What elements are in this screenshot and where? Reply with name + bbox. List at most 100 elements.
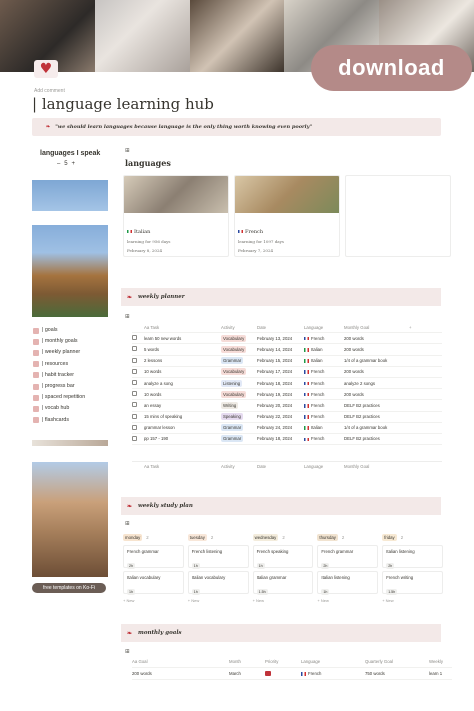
header-quarterly-goal[interactable]: Quarterly Goal — [365, 659, 429, 664]
date-cell[interactable]: February 19, 2024 — [257, 392, 304, 397]
activity-cell[interactable]: Vocabulary — [221, 368, 257, 376]
header-language[interactable]: Language — [304, 325, 344, 330]
quarterly-goal-cell[interactable]: 750 words — [365, 671, 429, 676]
date-cell[interactable]: February 18, 2024 — [257, 436, 304, 441]
language-cell[interactable]: French — [304, 414, 344, 419]
footer-task[interactable]: Aa Task — [144, 464, 221, 469]
header-language[interactable]: Language — [301, 659, 365, 664]
goal-cell[interactable]: DELF B2 practices — [344, 414, 409, 419]
activity-cell[interactable]: Vocabulary — [221, 334, 257, 342]
language-cell[interactable]: French — [304, 369, 344, 374]
board-card[interactable]: Italian vocabulary 1h — [123, 571, 184, 595]
date-cell[interactable]: February 17, 2024 — [257, 369, 304, 374]
language-card-french[interactable]: French learning for 1097 days February 7… — [234, 175, 340, 257]
nav-item-monthly-goals[interactable]: | monthly goals — [33, 336, 85, 347]
table-row[interactable]: 10 words Vocabulary February 17, 2024 Frenc… — [132, 367, 442, 378]
language-cell[interactable]: French — [301, 671, 365, 676]
board-card[interactable]: French writing 1.5h — [382, 571, 443, 595]
plus-icon[interactable]: + — [71, 161, 75, 167]
goal-cell[interactable]: 200 words — [132, 671, 229, 676]
language-cell[interactable]: French — [304, 381, 344, 386]
table-row[interactable]: 15 mins of speaking Speaking February 22, … — [132, 412, 442, 423]
task-cell[interactable]: pp 157 - 190 — [144, 436, 221, 441]
activity-cell[interactable]: Grammar — [221, 357, 257, 365]
goal-cell[interactable]: analyze 2 songs — [344, 381, 409, 386]
table-row[interactable]: 5 words Vocabulary February 14, 2024 Italia… — [132, 344, 442, 356]
nav-item-resources[interactable]: | resources — [33, 359, 85, 370]
activity-cell[interactable]: Vocabulary — [221, 390, 257, 398]
task-cell[interactable]: 10 words — [144, 369, 221, 374]
goal-cell[interactable]: DELF B2 practices — [344, 403, 409, 408]
activity-cell[interactable]: Grammar — [221, 435, 257, 443]
date-cell[interactable]: February 24, 2024 — [257, 425, 304, 430]
footer-date[interactable]: Date — [257, 464, 304, 469]
nav-item-flashcards[interactable]: | flashcards — [33, 415, 85, 426]
board-view-icon[interactable]: ⊞ — [125, 520, 130, 527]
board-card[interactable]: Italian grammar 1.5h — [252, 571, 314, 595]
language-cell[interactable]: French — [304, 403, 344, 408]
checkbox-cell[interactable] — [132, 368, 144, 375]
board-card[interactable]: Italian listening 1h — [317, 571, 379, 595]
language-card-empty[interactable] — [345, 175, 451, 257]
table-view-icon[interactable]: ⊞ — [125, 648, 130, 655]
language-card-italian[interactable]: Italian learning for 956 days February 8… — [123, 175, 229, 257]
checkbox[interactable] — [132, 346, 137, 352]
goal-cell[interactable]: 200 words — [344, 347, 409, 352]
checkbox[interactable] — [132, 413, 137, 419]
date-cell[interactable]: February 18, 2024 — [257, 381, 304, 386]
new-card-button[interactable]: + New — [123, 598, 184, 603]
board-card[interactable]: French listening 1h — [187, 545, 249, 569]
header-month[interactable]: Month — [229, 659, 265, 664]
language-cell[interactable]: Italian — [304, 347, 344, 352]
table-row[interactable]: 2 lessons Grammar February 15, 2024 Italian… — [132, 356, 442, 367]
header-goal[interactable]: Aa Goal — [132, 659, 229, 664]
table-row[interactable]: grammar lesson Grammar February 24, 2024 It… — [132, 423, 442, 434]
task-cell[interactable]: 5 words — [144, 347, 221, 352]
add-comment-link[interactable]: Add comment — [34, 88, 65, 94]
new-card-button[interactable]: + New — [382, 598, 443, 603]
footer-goal[interactable]: Monthly Goal — [344, 464, 409, 469]
checkbox-cell[interactable] — [132, 413, 144, 420]
task-cell[interactable]: an essay — [144, 403, 221, 408]
task-cell[interactable]: 10 words — [144, 392, 221, 397]
activity-cell[interactable]: Speaking — [221, 413, 257, 421]
checkbox[interactable] — [132, 435, 137, 441]
language-cell[interactable]: Italian — [304, 358, 344, 363]
footer-activity[interactable]: Activity — [221, 464, 257, 469]
download-button[interactable]: download — [311, 45, 472, 91]
header-date[interactable]: Date — [257, 325, 304, 330]
nav-item-goals[interactable]: | goals — [33, 325, 85, 336]
nav-item-vocab-hub[interactable]: | vocab hub — [33, 403, 85, 414]
board-card[interactable]: French grammar 2h — [123, 545, 184, 569]
activity-cell[interactable]: Grammar — [221, 424, 257, 432]
checkbox-cell[interactable] — [132, 346, 144, 352]
task-cell[interactable]: 15 mins of speaking — [144, 414, 221, 419]
nav-item-progress-bar[interactable]: | progress bar — [33, 381, 85, 392]
checkbox[interactable] — [132, 424, 137, 430]
date-cell[interactable]: February 22, 2024 — [257, 414, 304, 419]
priority-cell[interactable] — [265, 670, 301, 677]
new-card-button[interactable]: + New — [188, 598, 249, 603]
checkbox-cell[interactable] — [132, 391, 144, 397]
minus-icon[interactable]: – — [57, 161, 60, 167]
goal-cell[interactable]: 200 words — [344, 392, 409, 397]
nav-item-habit-tracker[interactable]: | habit tracker — [33, 370, 85, 381]
board-card[interactable]: French speaking 1h — [252, 545, 314, 569]
checkbox[interactable] — [132, 380, 137, 386]
checkbox[interactable] — [132, 335, 137, 341]
date-cell[interactable]: February 13, 2024 — [257, 336, 304, 341]
languages-count-stepper[interactable]: – 5 + — [57, 160, 75, 168]
checkbox-cell[interactable] — [132, 424, 144, 431]
nav-item-spaced-repetition[interactable]: | spaced repetition — [33, 392, 85, 403]
language-cell[interactable]: French — [304, 436, 344, 441]
header-weekly[interactable]: Weekly — [429, 659, 452, 664]
goal-cell[interactable]: 200 words — [344, 369, 409, 374]
table-row[interactable]: pp 157 - 190 Grammar February 18, 2024 Fren… — [132, 434, 442, 446]
task-cell[interactable]: 2 lessons — [144, 358, 221, 363]
board-card[interactable]: Italian vocabulary 1h — [187, 571, 249, 595]
date-cell[interactable]: February 15, 2024 — [257, 358, 304, 363]
checkbox-cell[interactable] — [132, 380, 144, 386]
task-cell[interactable]: learn 50 new words — [144, 336, 221, 341]
kofi-button[interactable]: free templates on Ko-Fi — [32, 583, 106, 593]
checkbox[interactable] — [132, 402, 137, 408]
